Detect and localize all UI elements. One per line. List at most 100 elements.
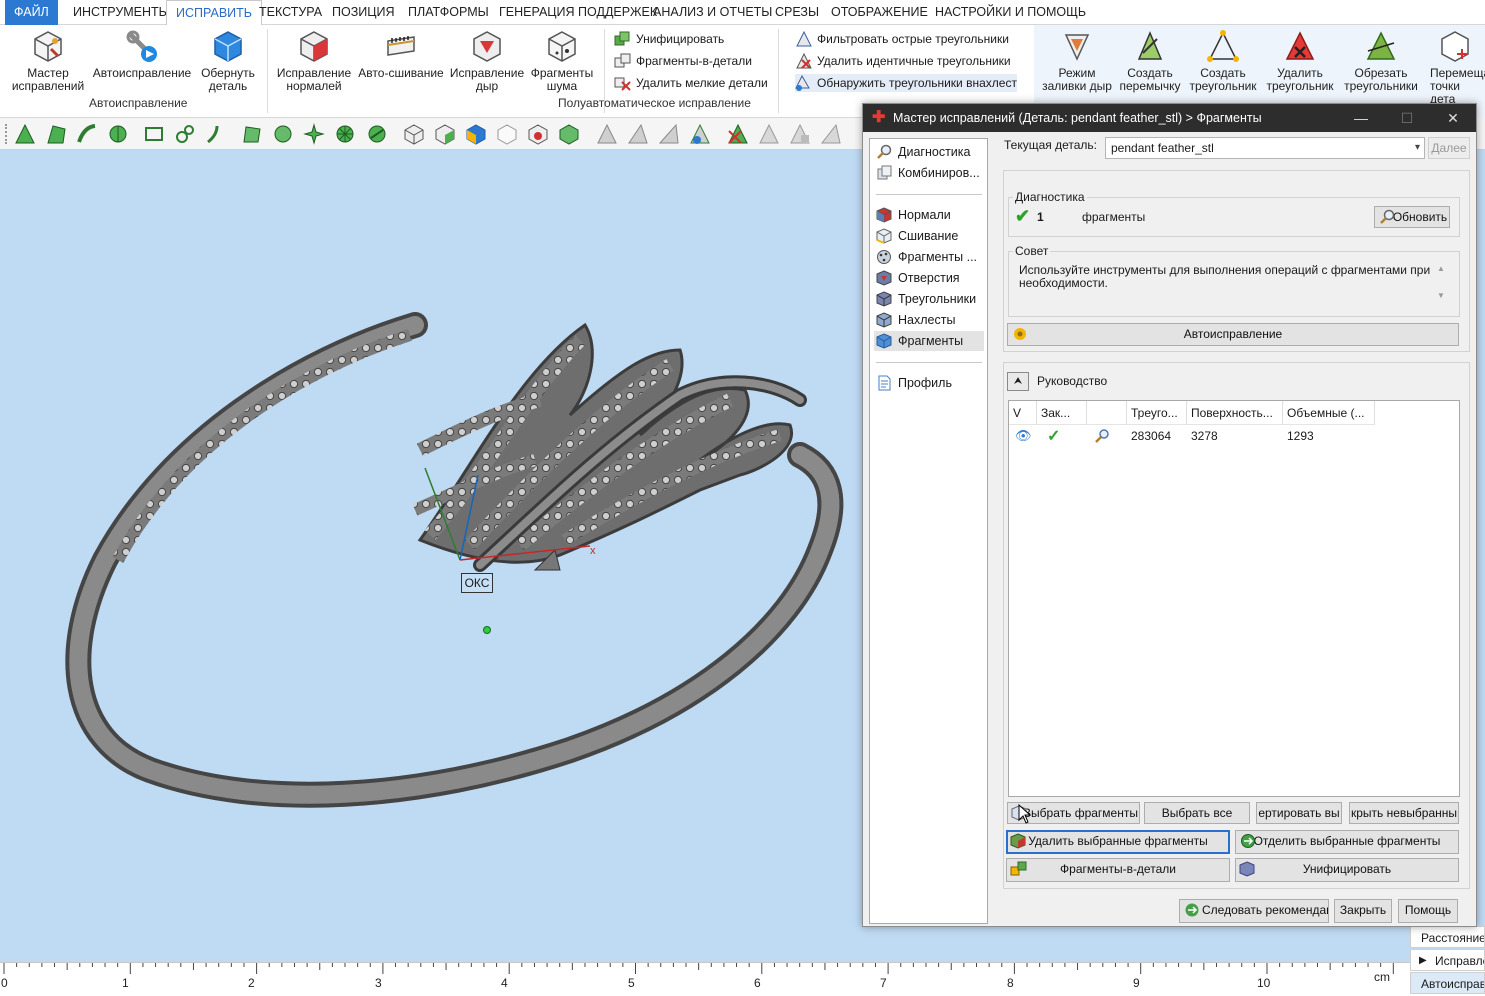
noise-shells-button[interactable]: Фрагменты шума [528,29,596,93]
menu-file[interactable]: ФАЙЛ [5,0,58,25]
next-button[interactable]: Далее [1428,137,1470,159]
menu-texture[interactable]: ТЕКСТУРА [250,0,331,25]
col-triangles[interactable]: Треуго... [1127,401,1187,425]
tri-grey3-icon[interactable] [658,123,680,145]
cube-fragments-icon[interactable] [558,123,580,145]
select-triangle-icon[interactable] [14,123,36,145]
eye-icon[interactable]: 👁 [1015,428,1032,444]
nav-combine[interactable]: Комбиниров... [874,163,984,183]
cube-green-icon[interactable] [434,123,456,145]
maximize-icon[interactable]: ☐ [1384,104,1430,132]
cube-blue-icon[interactable] [465,123,487,145]
select-curve-icon[interactable] [76,123,98,145]
hide-unselected-button[interactable]: крыть невыбранны [1349,802,1459,824]
refresh-button[interactable]: Обновить [1374,206,1450,228]
delete-small-parts-button[interactable]: Удалить мелкие детали [614,74,768,92]
fix-holes-button[interactable]: Исправление дыр [448,29,526,93]
wrap-part-button[interactable]: Обернуть деталь [194,29,262,93]
dialog-title-bar[interactable]: ✚ Мастер исправлений (Деталь: pendant fe… [863,104,1476,132]
menu-fix[interactable]: ИСПРАВИТЬ [166,0,262,26]
create-bridge-button[interactable]: Создать перемычку [1116,29,1184,93]
fix-normals-button[interactable]: Исправление нормалей [274,29,354,93]
tri-grey6-icon[interactable] [820,123,842,145]
filter-sharp-triangles-button[interactable]: Фильтровать острые треугольники [795,30,1009,48]
delete-identical-triangles-button[interactable]: Удалить идентичные треугольники [795,52,1011,70]
select-flat-icon[interactable] [241,123,263,145]
normals-icon [876,207,892,223]
menu-supports[interactable]: ГЕНЕРАЦИЯ ПОДДЕРЖЕК [490,0,666,25]
nav-profile[interactable]: Профиль [874,373,984,393]
col-visible[interactable]: V [1009,401,1037,425]
shells-to-parts-button[interactable]: Фрагменты-в-детали [1006,858,1230,882]
select-surface-icon[interactable] [45,123,67,145]
create-triangle-button[interactable]: Создать треугольник [1186,29,1260,93]
select-all-button[interactable]: Выбрать все [1144,802,1250,824]
autofix-dialog-button[interactable]: Автоисправление [1007,323,1459,346]
select-wheel-icon[interactable] [334,123,356,145]
menu-analysis[interactable]: АНАЛИЗ И ОТЧЕТЫ [644,0,781,25]
side-item-fix[interactable]: ▶ Исправле [1410,949,1485,971]
fix-wizard-button[interactable]: Мастер исправлений [8,29,88,93]
nav-diagnostics[interactable]: Диагностика [874,142,984,162]
menu-settings-help[interactable]: НАСТРОЙКИ И ПОМОЩЬ [926,0,1095,25]
separate-selected-shells-button[interactable]: Отделить выбранные фрагменты [1235,830,1459,854]
brush-select-icon[interactable] [205,123,227,145]
help-button[interactable]: Помощь [1398,899,1458,923]
coordinate-system-label[interactable]: ОКС [461,573,493,593]
tri-grey4-icon[interactable] [758,123,780,145]
tri-delete-icon[interactable] [727,123,749,145]
menu-platforms[interactable]: ПЛАТФОРМЫ [399,0,498,25]
tri-grey5-icon[interactable] [789,123,811,145]
nav-noise-shells[interactable]: Фрагменты ... [874,247,984,267]
delete-selected-shells-button[interactable]: Удалить выбранные фрагменты [1006,830,1230,854]
select-shell-icon[interactable] [107,123,129,145]
advice-scrollbar[interactable]: ▲ ▼ [1435,264,1447,310]
minimize-icon[interactable]: — [1338,104,1384,132]
menu-slices[interactable]: СРЕЗЫ [766,0,828,25]
collapse-icon[interactable]: ⮝ [1007,372,1029,391]
cube-outline-icon[interactable] [496,123,518,145]
current-part-select[interactable]: pendant feather_stl ▾ [1105,137,1425,159]
delete-triangle-button[interactable]: Удалить треугольник [1262,29,1338,93]
nav-overlaps[interactable]: Нахлесты [874,310,984,330]
detect-overlapping-triangles-button[interactable]: Обнаружить треугольники внахлест [795,74,1017,92]
col-volume[interactable]: Объемные (... [1283,401,1375,425]
nav-normals[interactable]: Нормали [874,205,984,225]
side-item-distance[interactable]: Расстояние [1410,926,1485,948]
unify-small-button[interactable]: Унифицировать [614,30,724,48]
tri-grey2-icon[interactable] [627,123,649,145]
menu-display[interactable]: ОТОБРАЖЕНИЕ [822,0,937,25]
tri-grey-icon[interactable] [596,123,618,145]
side-item-autofix[interactable]: Автоисправ [1410,972,1485,994]
col-closed[interactable]: Зак... [1037,401,1087,425]
close-button[interactable]: Закрыть [1334,899,1392,923]
nav-shells[interactable]: Фрагменты [874,331,984,351]
select-star-icon[interactable] [303,123,325,145]
col-zoom[interactable] [1087,401,1127,425]
select-ball-icon[interactable] [366,123,388,145]
cube-red-icon[interactable] [527,123,549,145]
lasso-select-icon[interactable] [174,123,196,145]
move-points-button[interactable]: Перемеща точки дета [1424,29,1485,106]
col-surface[interactable]: Поверхность... [1187,401,1283,425]
tri-green-icon[interactable] [689,123,711,145]
nav-triangles[interactable]: Треугольники [874,289,984,309]
hole-fill-mode-button[interactable]: Режим заливки дыр [1040,29,1114,93]
cut-triangles-button[interactable]: Обрезать треугольники [1340,29,1422,93]
zoom-icon[interactable] [1093,428,1110,444]
unify-button[interactable]: Унифицировать [1235,858,1459,882]
invert-selection-button[interactable]: ертировать вы [1256,802,1342,824]
autofix-button[interactable]: Автоисправление [92,29,192,80]
follow-recommendations-button[interactable]: Следовать рекомендациям [1179,899,1329,923]
menu-tools[interactable]: ИНСТРУМЕНТЫ [64,0,179,25]
auto-stitch-button[interactable]: Авто-сшивание [356,29,446,80]
rect-select-icon[interactable] [143,123,165,145]
cube-view-icon[interactable] [403,123,425,145]
select-planar-icon[interactable] [272,123,294,145]
nav-holes[interactable]: Отверстия [874,268,984,288]
menu-position[interactable]: ПОЗИЦИЯ [323,0,404,25]
nav-stitching[interactable]: Сшивание [874,226,984,246]
shells-to-parts-small-button[interactable]: Фрагменты-в-детали [614,52,752,70]
table-row[interactable]: 👁 ✓ 283064 3278 1293 [1009,425,1459,447]
close-icon[interactable]: ✕ [1430,104,1476,132]
